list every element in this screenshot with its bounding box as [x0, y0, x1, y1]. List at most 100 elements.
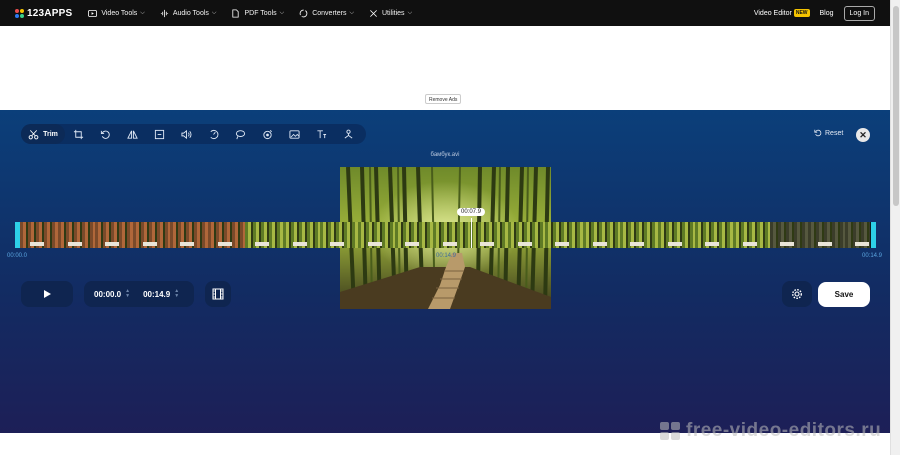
start-time-input[interactable]: 00:00.0	[94, 290, 121, 299]
reset-button[interactable]: Reset	[814, 129, 843, 137]
timeline-thumbnail-path	[817, 242, 832, 246]
watermark-logo-icon	[660, 422, 680, 440]
trim-end-handle[interactable]	[871, 222, 876, 248]
timeline-thumbnail	[507, 222, 546, 248]
close-icon: ✕	[859, 130, 867, 140]
timeline-thumbnail	[395, 222, 433, 248]
tool-trim[interactable]: Trim	[21, 124, 65, 144]
loop-icon	[235, 129, 246, 139]
close-button[interactable]: ✕	[856, 128, 870, 142]
tool-filter[interactable]	[335, 124, 362, 144]
save-button[interactable]: Save	[818, 282, 870, 307]
settings-button[interactable]	[782, 281, 812, 307]
tool-volume[interactable]	[173, 124, 200, 144]
timeline-thumbnail	[695, 222, 733, 248]
logo[interactable]: 123APPS	[15, 8, 72, 19]
timeline-thumbnail-path	[30, 242, 44, 246]
tool-crop[interactable]	[65, 124, 92, 144]
nav-item-audio-tools[interactable]: Audio Tools ⌵	[160, 9, 216, 18]
timeline-thumbnail	[807, 222, 846, 248]
nav-item-label: PDF Tools	[244, 9, 277, 17]
page: 123APPS Video Tools ⌵ Audio Tools ⌵ PDF To…	[0, 0, 900, 455]
end-time-stepper[interactable]: ▲ ▼	[174, 289, 179, 299]
timeline-thumbnail	[770, 222, 808, 248]
timeline-thumbnail-path	[330, 242, 344, 246]
timeline-thumbnail-path	[255, 242, 269, 246]
logo-text: 123APPS	[27, 7, 73, 19]
tool-text[interactable]	[308, 124, 335, 144]
tool-flip[interactable]	[119, 124, 146, 144]
timeline-track[interactable]	[15, 218, 876, 248]
blog-link[interactable]: Blog	[820, 10, 834, 17]
playhead[interactable]	[471, 218, 472, 248]
resize-icon	[154, 129, 165, 139]
image-icon	[289, 129, 300, 139]
top-navigation: 123APPS Video Tools ⌵ Audio Tools ⌵ PDF To…	[0, 0, 890, 26]
timeline-thumbnail-path	[442, 242, 457, 246]
timeline-thumbnail-path	[367, 242, 382, 246]
timeline-frames	[20, 222, 870, 248]
timeline-thumbnail	[432, 222, 471, 248]
timeline-thumbnail	[657, 222, 696, 248]
film-strip-icon	[212, 288, 224, 300]
timeline-mid-label: 00:14.9	[436, 253, 457, 259]
tool-rotate[interactable]	[92, 124, 119, 144]
timeline-thumbnail	[357, 222, 396, 248]
timeline-thumbnail-path	[142, 242, 157, 246]
end-time-input[interactable]: 00:14.9	[143, 290, 170, 299]
gear-icon	[791, 288, 803, 300]
timeline-thumbnail-path	[742, 242, 757, 246]
timeline-thumbnail-path	[405, 242, 419, 246]
nav-item-label: Video Tools	[101, 9, 138, 17]
timeline-thumbnail-path	[67, 242, 82, 246]
chevron-down-icon[interactable]: ▼	[174, 294, 179, 299]
play-button[interactable]	[21, 281, 73, 307]
watermark: free-video-editors.ru	[660, 420, 881, 442]
play-circle-icon	[88, 9, 98, 17]
filter-icon	[344, 129, 353, 139]
tool-image[interactable]	[281, 124, 308, 144]
timeline-thumbnail	[620, 222, 658, 248]
start-time-stepper[interactable]: ▲ ▼	[125, 289, 130, 299]
tool-stabilize[interactable]	[254, 124, 281, 144]
nav-item-video-tools[interactable]: Video Tools ⌵	[88, 9, 145, 18]
split-mode-button[interactable]	[205, 281, 231, 307]
chevron-down-icon: ⌵	[279, 9, 285, 16]
play-icon	[43, 290, 51, 298]
timeline-thumbnail-path	[855, 242, 869, 246]
timeline-thumbnail	[20, 222, 58, 248]
tool-loop[interactable]	[227, 124, 254, 144]
nav-item-label: Converters	[312, 9, 347, 17]
nav-item-pdf-tools[interactable]: PDF Tools ⌵	[231, 8, 285, 18]
timeline-thumbnail	[132, 222, 171, 248]
scrollbar-thumb[interactable]	[893, 6, 899, 206]
nav-item-converters[interactable]: Converters ⌵	[299, 9, 354, 18]
timeline-thumbnail	[245, 222, 283, 248]
reset-label: Reset	[825, 129, 844, 137]
login-button[interactable]: Log In	[843, 5, 875, 21]
tools-icon	[370, 9, 377, 17]
editor-toolbar: Trim	[21, 124, 366, 144]
remove-ads-button[interactable]: Remove Ads	[425, 94, 462, 104]
logo-icon	[15, 8, 24, 18]
tool-resize[interactable]	[146, 124, 173, 144]
timeline-thumbnail	[545, 222, 583, 248]
crop-icon	[73, 129, 84, 139]
timeline-thumbnail	[470, 222, 508, 248]
chevron-down-icon: ⌵	[407, 9, 413, 16]
video-editor-link[interactable]: Video Editor	[754, 10, 792, 17]
nav-item-utilities[interactable]: Utilities ⌵	[369, 9, 412, 18]
chevron-down-icon[interactable]: ▼	[125, 294, 130, 299]
trim-time-inputs: 00:00.0 ▲ ▼ 00:14.9 ▲ ▼	[84, 281, 194, 307]
chevron-down-icon: ⌵	[349, 9, 354, 16]
nav-right: Video Editor NEW Blog Log In	[754, 5, 875, 21]
page-scrollbar[interactable]	[890, 0, 900, 455]
timeline-thumbnail	[320, 222, 358, 248]
timeline-start-label: 00:00.0	[7, 253, 28, 259]
timeline-thumbnail-path	[630, 242, 644, 246]
trim-start-handle[interactable]	[15, 222, 20, 248]
timeline-thumbnail-path	[217, 242, 232, 246]
timeline-thumbnail-path	[105, 242, 119, 246]
tool-speed[interactable]	[200, 124, 227, 144]
video-editor: Trim Reset ✕ бамбук.avi	[0, 110, 890, 433]
